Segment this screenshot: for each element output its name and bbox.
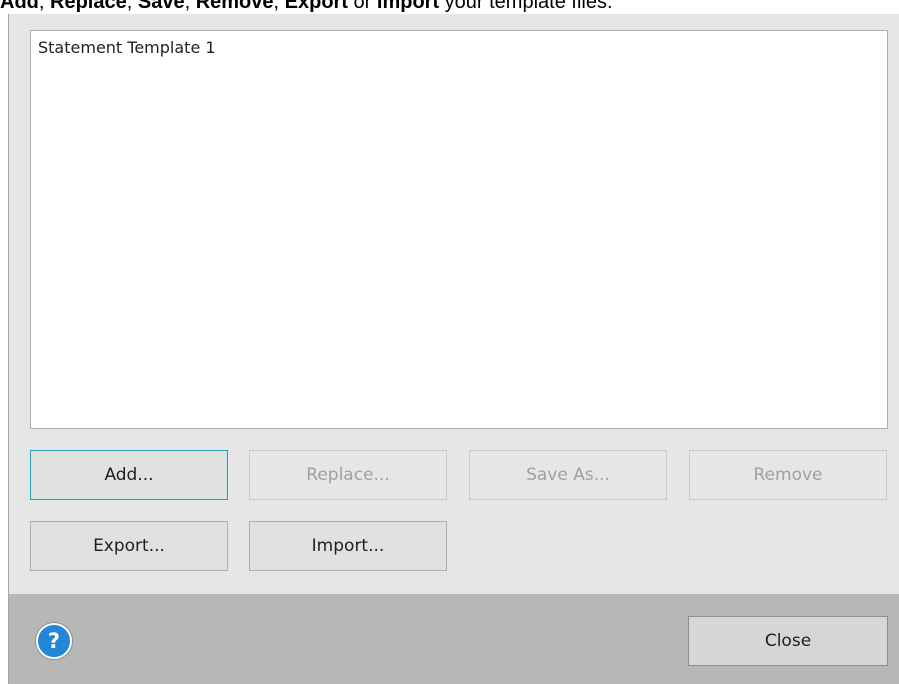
instruction-import: Import [376, 0, 440, 13]
instruction-sep: , [126, 0, 138, 13]
instruction-tail: your template files. [439, 0, 613, 13]
template-manager-dialog: Statement Template 1 Add... Replace... S… [9, 14, 899, 684]
close-button[interactable]: Close [688, 616, 888, 666]
instruction-replace: Replace [50, 0, 127, 13]
instruction-add: Add [0, 0, 39, 13]
dialog-footer: ? Close [9, 594, 899, 684]
save-as-button[interactable]: Save As... [469, 450, 667, 500]
instruction-sep: , [273, 0, 285, 13]
instruction-save: Save [137, 0, 185, 13]
instruction-sep: , [184, 0, 196, 13]
instruction-remove: Remove [195, 0, 274, 13]
export-button[interactable]: Export... [30, 521, 228, 571]
instruction-or: or [347, 0, 377, 13]
help-icon-glyph: ? [47, 629, 61, 653]
add-button[interactable]: Add... [30, 450, 228, 500]
template-listbox[interactable]: Statement Template 1 [30, 30, 888, 429]
replace-button[interactable]: Replace... [249, 450, 447, 500]
instruction-export: Export [284, 0, 348, 13]
import-button[interactable]: Import... [249, 521, 447, 571]
page: Add, Replace, Save, Remove, Export or Im… [0, 0, 899, 684]
instruction-text: Add, Replace, Save, Remove, Export or Im… [0, 0, 899, 13]
instruction-sep: , [38, 0, 51, 13]
list-item[interactable]: Statement Template 1 [38, 38, 216, 57]
remove-button[interactable]: Remove [689, 450, 887, 500]
help-icon[interactable]: ? [36, 623, 72, 659]
